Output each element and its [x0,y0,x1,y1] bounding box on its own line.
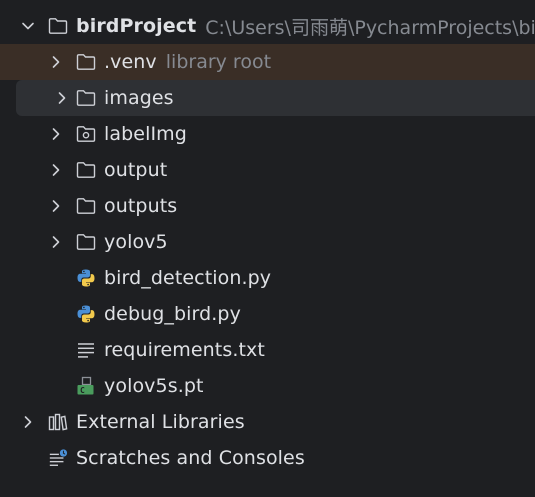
svg-text:C: C [80,386,85,395]
tree-row-yolov5s-pt[interactable]: C yolov5s.pt [0,368,535,404]
requirements-label: requirements.txt [104,339,265,361]
yolov5-label: yolov5 [104,231,168,253]
venv-hint: library root [165,51,272,73]
folder-icon [76,232,96,252]
tree-row-requirements[interactable]: requirements.txt [0,332,535,368]
tree-row-project-root[interactable]: birdProject C:\Users\司雨萌\PycharmProjects… [0,8,535,44]
tree-row-outputs[interactable]: outputs [0,188,535,224]
images-label: images [104,87,174,109]
tree-row-venv[interactable]: . venv library root [0,44,535,80]
project-path: C:\Users\司雨萌\PycharmProjects\bird [205,16,535,39]
project-name: birdProject [76,15,197,37]
scratches-label: Scratches and Consoles [76,447,305,469]
python-file-icon [76,268,96,288]
chevron-right-icon[interactable] [48,126,64,142]
python-file-icon [76,304,96,324]
chevron-right-icon[interactable] [48,198,64,214]
scratches-icon [48,448,68,468]
bird-detection-label: bird_detection.py [104,267,272,289]
binary-file-icon: C [76,376,96,396]
tree-row-debug-bird[interactable]: debug_bird.py [0,296,535,332]
outputs-label: outputs [104,195,178,217]
chevron-right-icon[interactable] [20,414,36,430]
debug-bird-label: debug_bird.py [104,303,241,325]
yolov5s-pt-label: yolov5s.pt [104,375,204,397]
chevron-right-icon[interactable] [48,54,64,70]
tree-row-yolov5[interactable]: yolov5 [0,224,535,260]
folder-icon [76,88,96,108]
output-label: output [104,159,168,181]
project-tree: birdProject C:\Users\司雨萌\PycharmProjects… [0,8,535,476]
folder-icon [76,52,96,72]
tree-row-scratches[interactable]: Scratches and Consoles [0,440,535,476]
chevron-right-icon[interactable] [48,162,64,178]
tree-row-labelimg[interactable]: labelImg [0,116,535,152]
tree-row-output[interactable]: output [0,152,535,188]
chevron-right-icon[interactable] [48,234,64,250]
venv-label: venv [110,51,157,73]
folder-icon [48,16,68,36]
library-icon [48,412,68,432]
tree-row-images[interactable]: images [16,80,535,116]
chevron-right-icon[interactable] [54,90,70,106]
external-libraries-label: External Libraries [76,411,245,433]
folder-icon [76,196,96,216]
tree-row-bird-detection[interactable]: bird_detection.py [0,260,535,296]
chevron-down-icon[interactable] [20,18,36,34]
text-file-icon [76,340,96,360]
module-folder-icon [76,124,96,144]
folder-icon [76,160,96,180]
labelimg-label: labelImg [104,123,187,145]
tree-row-external-libraries[interactable]: External Libraries [0,404,535,440]
